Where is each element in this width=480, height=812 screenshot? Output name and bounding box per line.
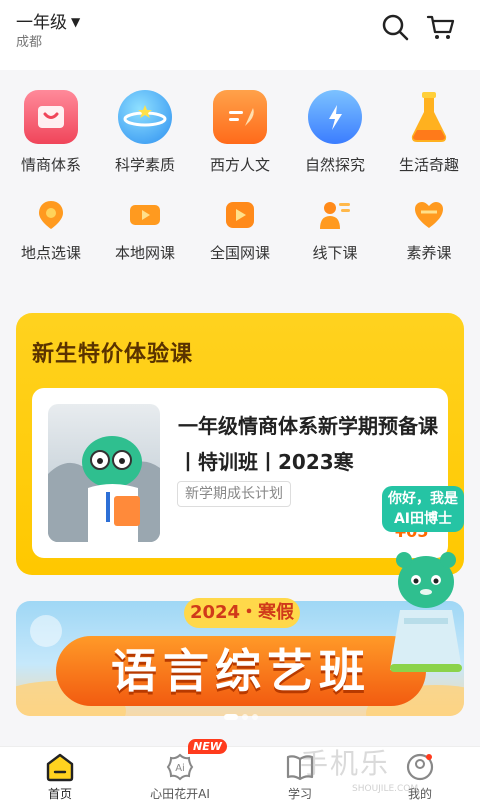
subnav-label: 地点选课 <box>20 244 81 262</box>
category-humanities[interactable]: 西方人文 <box>195 90 285 175</box>
ai-bubble-line1: 你好，我是 <box>388 491 458 507</box>
svg-text:Ai: Ai <box>175 763 185 774</box>
subnav-label: 素养课 <box>406 244 452 262</box>
banner-pagination <box>222 705 260 724</box>
location-icon <box>34 198 68 232</box>
play-card-icon <box>128 198 162 232</box>
subnav-location[interactable]: 地点选课 <box>6 198 96 263</box>
ai-bubble-line2: AI田博士 <box>393 511 453 527</box>
mascot-ai-doctor[interactable] <box>380 540 472 675</box>
quill-icon <box>213 90 267 144</box>
category-label: 自然探究 <box>304 156 365 174</box>
tab-label: 学习 <box>287 787 312 801</box>
category-label: 科学素质 <box>114 156 175 174</box>
eq-icon <box>24 90 78 144</box>
cart-icon[interactable] <box>426 12 456 42</box>
watermark-sub: SHOUJILE.COM <box>352 784 419 794</box>
promo-title: 新生特价体验课 <box>32 342 194 367</box>
ai-assistant-bubble[interactable]: 你好，我是 AI田博士 <box>382 486 464 532</box>
cloud-bolt-icon <box>308 90 362 144</box>
profile-icon <box>405 752 435 782</box>
category-label: 生活奇趣 <box>398 156 459 174</box>
tab-label: 首页 <box>47 787 72 801</box>
city-label: 成都 <box>16 35 43 50</box>
flask-icon <box>402 90 456 144</box>
grade-selector[interactable]: 一年级 ▼ <box>16 8 80 33</box>
category-label: 情商体系 <box>20 156 81 174</box>
play-icon <box>223 198 257 232</box>
new-badge: NEW <box>188 739 227 754</box>
search-icon[interactable] <box>380 12 410 42</box>
category-label: 西方人文 <box>209 156 270 174</box>
banner-title: 语言综艺班 <box>56 636 426 706</box>
subnav-literacy[interactable]: 素养课 <box>384 198 474 263</box>
tab-label: 心田花开AI <box>150 787 210 801</box>
category-life[interactable]: 生活奇趣 <box>384 90 474 175</box>
subnav-label: 本地网课 <box>114 244 175 262</box>
subnav-label: 线下课 <box>312 244 358 262</box>
category-nature[interactable]: 自然探究 <box>290 90 380 175</box>
watermark: 手机乐 <box>300 747 391 780</box>
tab-home[interactable]: 首页 <box>0 752 120 802</box>
category-eq[interactable]: 情商体系 <box>6 90 96 175</box>
planet-icon <box>118 90 172 144</box>
banner-subtitle: 2024・寒假 <box>184 598 300 628</box>
heart-icon <box>412 198 446 232</box>
tab-ai[interactable]: Ai 心田花开AI <box>120 752 240 802</box>
category-science[interactable]: 科学素质 <box>100 90 190 175</box>
subnav-offline[interactable]: 线下课 <box>290 198 380 263</box>
chevron-down-icon: ▼ <box>71 15 81 29</box>
course-title: 一年级情商体系新学期预备课丨特训班丨2023寒 <box>178 414 438 474</box>
course-tag: 新学期成长计划 <box>177 481 291 507</box>
subnav-national-online[interactable]: 全国网课 <box>195 198 285 263</box>
ai-icon: Ai <box>165 752 195 782</box>
subnav-local-online[interactable]: 本地网课 <box>100 198 190 263</box>
grade-label: 一年级 <box>16 13 67 33</box>
subnav-label: 全国网课 <box>209 244 270 262</box>
course-thumbnail <box>48 404 160 542</box>
home-icon <box>45 752 75 782</box>
teacher-icon <box>318 198 352 232</box>
